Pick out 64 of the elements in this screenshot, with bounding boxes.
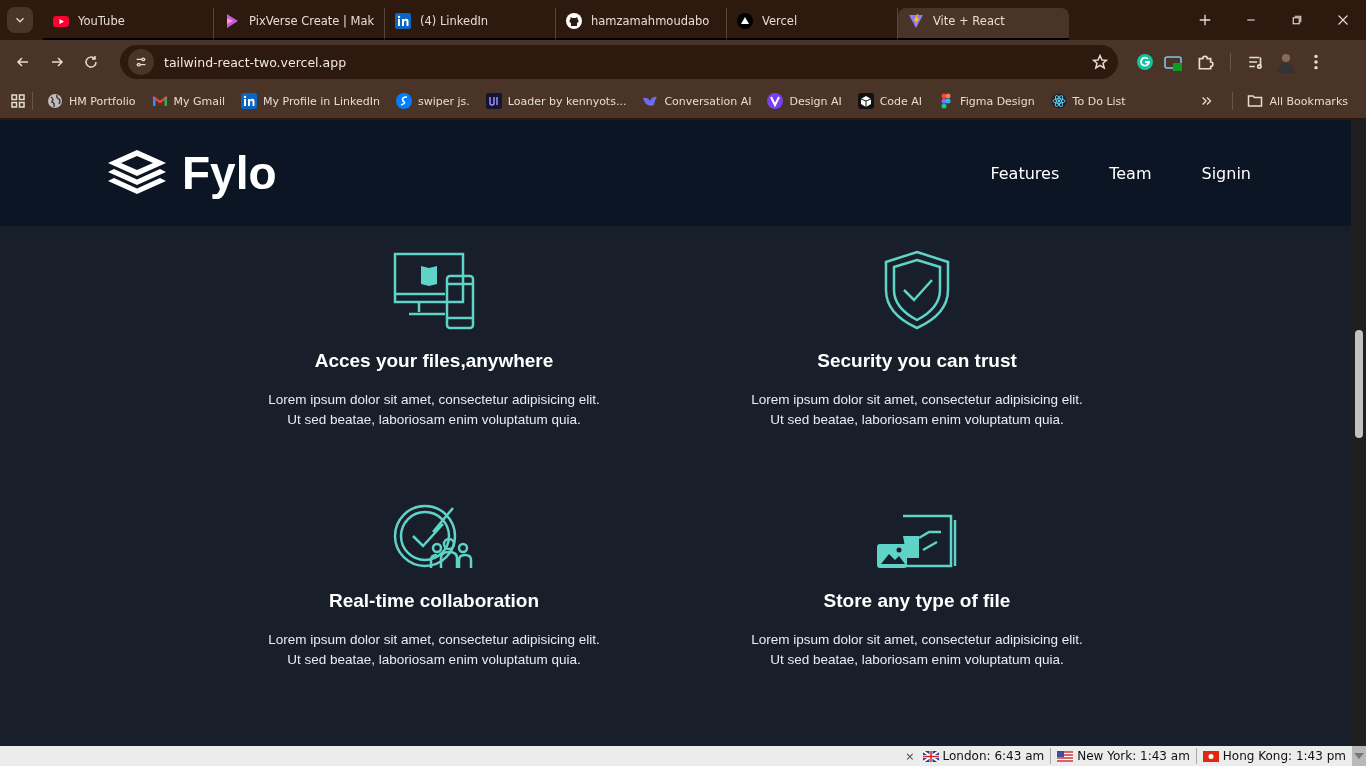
nav-link[interactable]: Team [1109, 163, 1152, 183]
mail-logo-icon [151, 93, 168, 109]
browser-tab[interactable]: Vite + React [898, 8, 1069, 40]
avatar-icon[interactable] [1275, 51, 1297, 73]
nav-link[interactable]: Signin [1201, 163, 1251, 183]
atom-icon [1050, 93, 1067, 109]
clock-label: New York: 1:43 am [1077, 749, 1190, 763]
reload-icon[interactable] [83, 54, 99, 70]
feature-title: Security you can trust [817, 350, 1017, 372]
p-logo-icon [224, 13, 240, 29]
address-bar[interactable]: tailwind-react-two.vercel.app [120, 45, 1118, 79]
swirl-logo-icon [395, 93, 412, 109]
apps-grid-icon[interactable] [10, 93, 26, 109]
puzzle-icon[interactable] [1196, 53, 1214, 71]
monitor-phone-icon [393, 252, 475, 330]
linkedin-logo-icon [395, 13, 411, 29]
feature-title: Real-time collaboration [328, 590, 540, 612]
clock-people-icon [393, 504, 475, 570]
brand-name: Fylo [182, 146, 277, 200]
flag-icon [1202, 750, 1219, 762]
clock-label: London: 6:43 am [942, 749, 1045, 763]
site-settings-icon[interactable] [134, 55, 148, 69]
bookmark-link[interactable]: swiper js. [387, 93, 478, 109]
globe-icon [47, 93, 63, 109]
tab-search-button[interactable] [7, 7, 33, 33]
feature-title: Store any type of file [823, 590, 1011, 612]
clock-label: Hong Kong: 1:43 pm [1222, 749, 1346, 763]
scrollbar[interactable] [1351, 120, 1366, 746]
plus-icon[interactable] [1198, 13, 1212, 27]
bookmark-link[interactable]: To Do List [1042, 93, 1134, 109]
folder-image-icon [875, 514, 959, 570]
cat-logo-icon [566, 13, 582, 29]
folder-icon[interactable] [1247, 93, 1264, 109]
bolt-logo-icon [908, 13, 924, 29]
v-logo-icon [767, 93, 784, 109]
bookmark-link[interactable]: Loader by kennyots... [477, 93, 635, 109]
feature-description: Lorem ipsum dolor sit amet, consectetur adipisicing elit. Ut sed beatae, laboriosam enim voluptatum quia. [268, 391, 600, 429]
flag-icon [922, 750, 939, 762]
bookmark-star-icon[interactable] [1092, 54, 1108, 70]
cube-logo-icon [857, 93, 874, 109]
caret-icon [1354, 753, 1364, 759]
nav-link[interactable]: Features [990, 163, 1060, 183]
bookmark-link[interactable]: Conversation AI [634, 93, 760, 109]
bookmark-link[interactable]: HM Portfolio [39, 93, 144, 109]
bookmark-link[interactable]: Code AI [849, 93, 931, 109]
shield-check-icon [884, 250, 950, 330]
play-logo-icon [53, 13, 69, 29]
ui-logo-icon [485, 93, 502, 109]
bookmark-link[interactable]: My Profile in LinkedIn [233, 93, 388, 109]
feature-description: Lorem ipsum dolor sit amet, consectetur adipisicing elit. Ut sed beatae, laboriosam enim voluptatum quia. [751, 391, 1083, 429]
restore-icon[interactable] [1291, 14, 1303, 26]
g-logo-icon[interactable] [1136, 53, 1154, 71]
feature-description: Lorem ipsum dolor sit amet, consectetur adipisicing elit. Ut sed beatae, laboriosam enim voluptatum quia. [268, 631, 600, 669]
close-icon[interactable] [1337, 14, 1349, 26]
bookmark-link[interactable]: Figma Design [930, 93, 1043, 109]
all-bookmarks-button[interactable]: All Bookmarks [1239, 93, 1356, 109]
bookmark-link[interactable]: My Gmail [143, 93, 234, 109]
feature-description: Lorem ipsum dolor sit amet, consectetur adipisicing elit. Ut sed beatae, laboriosam enim voluptatum quia. [751, 631, 1083, 669]
flag-icon [1057, 750, 1074, 762]
triangle-logo-icon [737, 13, 753, 29]
linkedin-logo-icon [241, 93, 258, 109]
bookmark-link[interactable]: Design AI [759, 93, 850, 109]
close-clocks-button[interactable]: × [905, 749, 915, 763]
feature-title: Acces your files,anywhere [314, 350, 554, 372]
